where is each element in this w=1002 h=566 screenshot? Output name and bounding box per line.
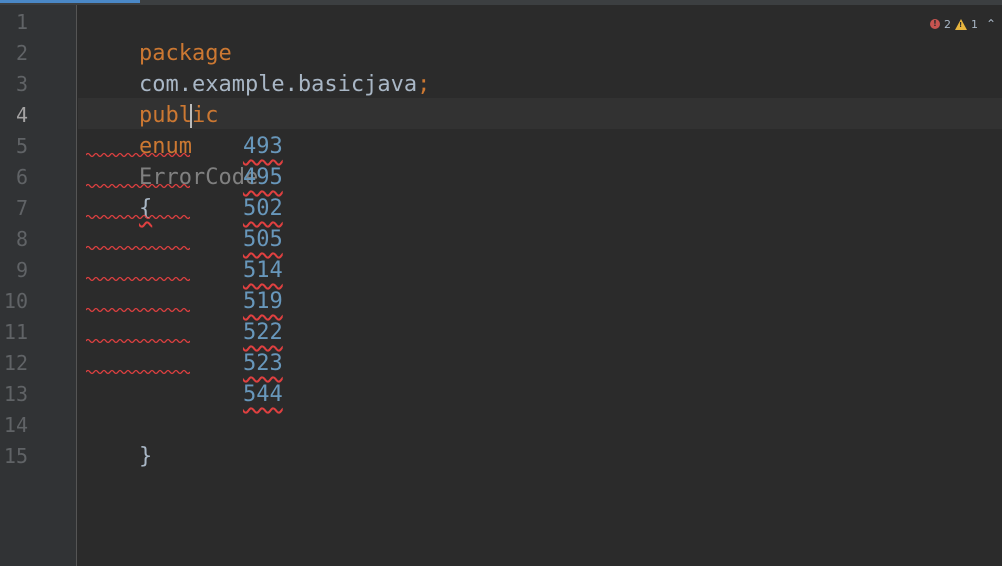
code-line: 514 (190, 224, 283, 283)
line-number: 7 (15, 196, 28, 220)
line-number: 3 (15, 72, 28, 96)
error-icon: ! (929, 19, 940, 29)
enum-constant: 544 (242, 382, 283, 407)
code-line: package com.example.basicjava; (86, 7, 430, 97)
chevron-up-icon[interactable]: ⌃ (986, 17, 996, 31)
line-number: 6 (15, 165, 28, 189)
code-line: 523 (190, 317, 283, 376)
code-line: 519 (190, 255, 283, 314)
line-number: 11 (3, 320, 28, 344)
line-number: 9 (15, 258, 28, 282)
active-tab-indicator[interactable] (0, 0, 140, 3)
code-line: 505 (190, 193, 283, 252)
line-number: 1 (15, 10, 28, 34)
text-cursor (190, 104, 192, 128)
inspection-widget[interactable]: ! 2 ! 1 ⌃ (929, 15, 996, 33)
code-line: 522 (190, 286, 283, 345)
code-line: } (86, 410, 152, 469)
code-line: 495 (190, 131, 283, 190)
line-number: 10 (3, 289, 28, 313)
code-line: public enum ErrorCode { (86, 69, 258, 221)
line-number: 14 (3, 413, 28, 437)
line-number-current: 4 (15, 103, 28, 127)
close-brace: } (138, 444, 153, 469)
line-number: 15 (3, 444, 28, 468)
line-number: 13 (3, 382, 28, 406)
semicolon: ; (417, 72, 431, 97)
code-line-current: 493 (190, 100, 283, 159)
line-number: 5 (15, 134, 28, 158)
error-count: 2 (943, 17, 951, 31)
line-number: 8 (15, 227, 28, 251)
code-line: 502 (190, 162, 283, 221)
line-number: 12 (3, 351, 28, 375)
keyword-package: package (138, 41, 232, 66)
warning-count: 1 (970, 17, 978, 31)
code-line: 544 (190, 348, 283, 407)
warning-icon: ! (954, 18, 967, 30)
code-editor[interactable]: package com.example.basicjava; public en… (78, 5, 1002, 566)
line-number: 2 (15, 41, 28, 65)
